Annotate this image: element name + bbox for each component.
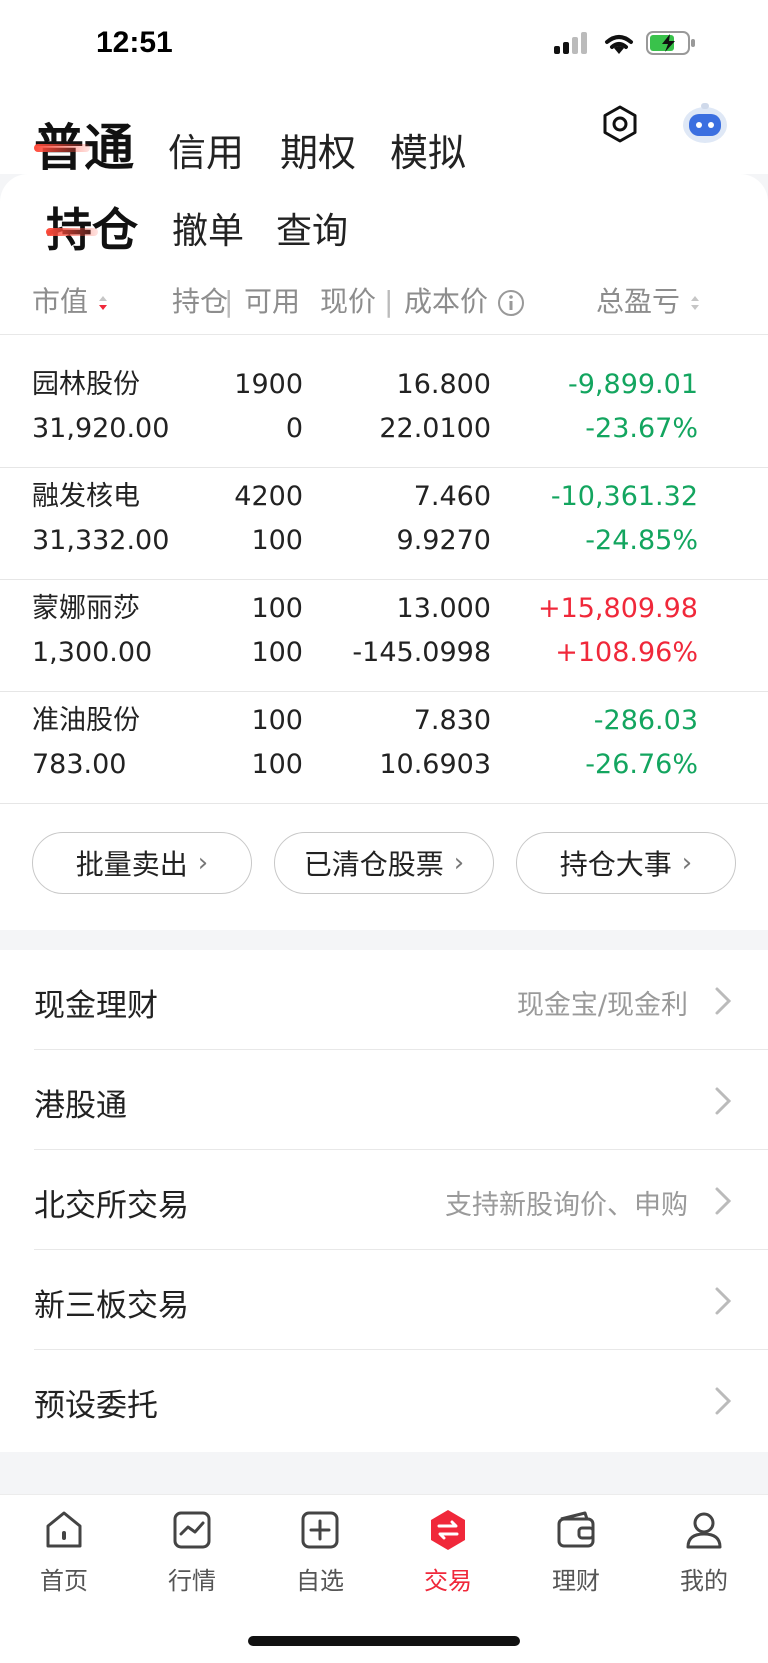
nav-me[interactable]: 我的 — [640, 1507, 768, 1596]
holding-row[interactable]: 园林股份 31,920.00 1900 0 16.800 22.0100 -9,… — [0, 356, 768, 468]
current-price: 13.000 — [396, 593, 491, 624]
tab-options[interactable]: 期权 — [280, 122, 356, 177]
column-divider: | — [224, 285, 234, 318]
info-icon[interactable] — [497, 289, 525, 317]
position-qty: 100 — [251, 705, 303, 736]
home-indicator — [248, 1636, 520, 1646]
assistant-button[interactable] — [680, 100, 730, 150]
menu-neeq-trading[interactable]: 新三板交易 — [0, 1250, 768, 1350]
holding-row[interactable]: 准油股份 783.00 100 100 7.830 10.6903 -286.0… — [0, 692, 768, 804]
trade-icon — [431, 1510, 465, 1550]
chevron-right-icon: › — [453, 848, 465, 878]
current-price: 16.800 — [396, 369, 491, 400]
available-qty: 100 — [251, 637, 303, 668]
position-qty: 100 — [251, 593, 303, 624]
market-value: 1,300.00 — [32, 637, 153, 668]
menu-cash-management[interactable]: 现金理财 现金宝/现金利 — [0, 950, 768, 1050]
stock-name: 准油股份 — [32, 705, 140, 736]
total-pnl: -286.03 — [593, 705, 698, 736]
chevron-right-icon — [715, 1287, 732, 1315]
hexagon-gear-icon — [603, 105, 637, 143]
position-events-button[interactable]: 持仓大事 › — [516, 832, 736, 894]
current-price: 7.830 — [413, 705, 491, 736]
chevron-right-icon: › — [197, 848, 209, 878]
holding-row[interactable]: 融发核电 31,332.00 4200 100 7.460 9.9270 -10… — [0, 468, 768, 580]
wallet-icon — [557, 1511, 595, 1548]
position-qty: 1900 — [234, 369, 303, 400]
stock-name: 园林股份 — [32, 369, 140, 400]
column-price: 现价 — [320, 285, 377, 318]
robot-avatar-icon — [683, 103, 727, 143]
signal-icon — [554, 32, 587, 54]
header-divider — [0, 334, 768, 335]
active-subtab-underline — [46, 228, 98, 236]
menu-hk-connect[interactable]: 港股通 — [0, 1050, 768, 1150]
home-icon — [46, 1511, 82, 1548]
chevron-right-icon — [715, 1087, 732, 1115]
cost-price: 9.9270 — [396, 525, 491, 556]
total-pnl-pct: -23.67% — [585, 413, 698, 444]
current-price: 7.460 — [413, 481, 491, 512]
chevron-right-icon — [715, 1187, 732, 1215]
market-value: 31,920.00 — [32, 413, 170, 444]
wifi-icon — [605, 35, 633, 54]
total-pnl: -9,899.01 — [568, 369, 698, 400]
subtab-positions[interactable]: 持仓 — [46, 194, 138, 260]
tab-simulation[interactable]: 模拟 — [390, 122, 466, 177]
column-available: 可用 — [244, 285, 301, 318]
user-icon — [686, 1512, 722, 1549]
nav-trade[interactable]: 交易 — [384, 1507, 512, 1596]
chart-icon — [173, 1511, 211, 1549]
total-pnl-pct: -26.76% — [585, 749, 698, 780]
batch-sell-button[interactable]: 批量卖出 › — [32, 832, 252, 894]
menu-bse-trading[interactable]: 北交所交易 支持新股询价、申购 — [0, 1150, 768, 1250]
nav-market[interactable]: 行情 — [128, 1507, 256, 1596]
status-icons — [554, 30, 698, 56]
subtab-cancel-orders[interactable]: 撤单 — [172, 202, 244, 254]
plus-square-icon — [301, 1511, 339, 1549]
status-time: 12:51 — [96, 26, 173, 59]
chevron-right-icon — [715, 1387, 732, 1415]
battery-charging-icon — [646, 31, 695, 55]
total-pnl-pct: +108.96% — [555, 637, 698, 668]
nav-home[interactable]: 首页 — [0, 1507, 128, 1596]
column-market-value[interactable]: 市值 — [32, 282, 109, 322]
nav-watchlist[interactable]: 自选 — [256, 1507, 384, 1596]
cost-price: 10.6903 — [379, 749, 491, 780]
chevron-right-icon — [715, 987, 732, 1015]
settings-button[interactable] — [600, 104, 640, 148]
sort-icon — [690, 296, 699, 310]
available-qty: 0 — [285, 413, 303, 444]
menu-preset-order[interactable]: 预设委托 — [0, 1350, 768, 1450]
stock-name: 蒙娜丽莎 — [32, 593, 140, 624]
tab-credit[interactable]: 信用 — [168, 122, 244, 177]
cost-price: 22.0100 — [379, 413, 491, 444]
market-value: 31,332.00 — [32, 525, 170, 556]
total-pnl-pct: -24.85% — [585, 525, 698, 556]
column-divider: | — [384, 285, 394, 318]
account-type-tabs: 普通 信用 期权 模拟 — [0, 92, 768, 177]
chevron-right-icon: › — [681, 848, 693, 878]
holding-row[interactable]: 蒙娜丽莎 1,300.00 100 100 13.000 -145.0998 +… — [0, 580, 768, 692]
available-qty: 100 — [251, 525, 303, 556]
sort-desc-icon — [98, 296, 107, 310]
subtab-query[interactable]: 查询 — [276, 202, 348, 254]
cleared-stocks-button[interactable]: 已清仓股票 › — [274, 832, 494, 894]
cost-price: -145.0998 — [352, 637, 491, 668]
status-bar: 12:51 — [0, 0, 768, 92]
total-pnl: +15,809.98 — [537, 593, 698, 624]
available-qty: 100 — [251, 749, 303, 780]
holdings-panel: 持仓 撤单 查询 市值 持仓 | 可用 现价 | 成本价 总盈亏 园林股份 31… — [0, 174, 768, 930]
stock-name: 融发核电 — [32, 481, 140, 512]
market-value: 783.00 — [32, 749, 127, 780]
total-pnl: -10,361.32 — [550, 481, 698, 512]
column-position: 持仓 — [172, 285, 228, 318]
trading-menu: 现金理财 现金宝/现金利 港股通 北交所交易 支持新股询价、申购 新三板交易 预… — [0, 950, 768, 1452]
active-tab-underline — [34, 144, 90, 152]
nav-wealth[interactable]: 理财 — [512, 1507, 640, 1596]
position-qty: 4200 — [234, 481, 303, 512]
column-total-pnl[interactable]: 总盈亏 — [596, 282, 701, 322]
column-cost: 成本价 — [404, 282, 525, 322]
